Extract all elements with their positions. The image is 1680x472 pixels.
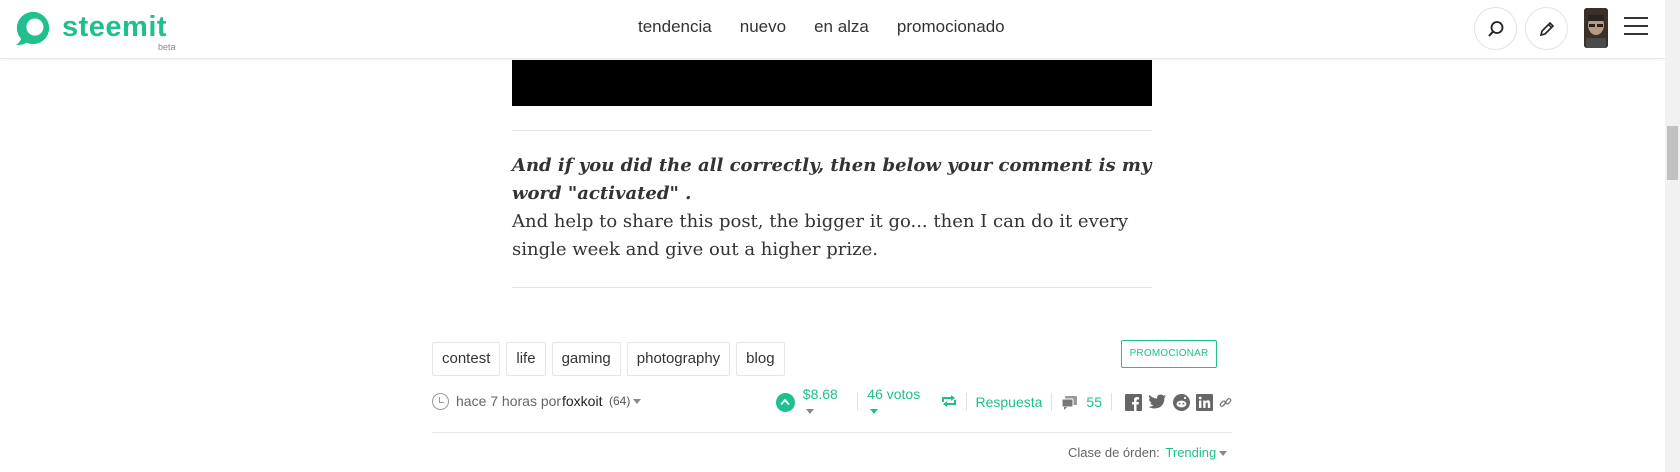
tag-gaming[interactable]: gaming bbox=[551, 342, 621, 376]
search-button[interactable] bbox=[1474, 7, 1517, 50]
pencil-icon bbox=[1539, 21, 1554, 36]
sort-dropdown[interactable]: Trending bbox=[1165, 445, 1228, 460]
tag-photography[interactable]: photography bbox=[626, 342, 731, 376]
page-scrollbar[interactable] bbox=[1665, 0, 1680, 472]
tag-life[interactable]: life bbox=[506, 342, 546, 376]
post-body: And if you did the all correctly, then b… bbox=[512, 152, 1152, 264]
separator bbox=[1051, 393, 1053, 411]
reply-link[interactable]: Respuesta bbox=[976, 394, 1043, 410]
post-meta-row: hace 7 horas por foxkoit (64) $8.68 46 v… bbox=[432, 386, 1232, 414]
separator bbox=[1111, 393, 1112, 411]
link-icon[interactable] bbox=[1219, 396, 1232, 409]
votes-dropdown[interactable]: 46 votos bbox=[867, 386, 930, 418]
payout-value[interactable]: $8.68 bbox=[803, 386, 849, 418]
chevron-down-icon bbox=[805, 408, 814, 414]
nav-tendencia[interactable]: tendencia bbox=[638, 17, 712, 37]
facebook-icon[interactable] bbox=[1124, 393, 1142, 411]
tag-blog[interactable]: blog bbox=[736, 342, 785, 376]
divider bbox=[432, 432, 1232, 433]
votes-count: 46 votos bbox=[867, 386, 921, 402]
comments-count: 55 bbox=[1086, 394, 1102, 410]
reddit-icon[interactable] bbox=[1172, 393, 1190, 411]
main-nav: tendencia nuevo en alza promocionado bbox=[638, 17, 1005, 37]
hamburger-icon bbox=[1624, 17, 1648, 35]
divider bbox=[512, 287, 1152, 288]
reputation-value: (64) bbox=[609, 394, 631, 408]
search-icon bbox=[1487, 20, 1503, 37]
steemit-logo-icon bbox=[15, 11, 50, 46]
nav-nuevo[interactable]: nuevo bbox=[740, 17, 786, 37]
payout-amount: $8.68 bbox=[802, 386, 838, 402]
tag-list: contest life gaming photography blog bbox=[432, 342, 785, 376]
author-reputation[interactable]: (64) bbox=[609, 394, 642, 408]
chevron-up-icon bbox=[780, 398, 791, 406]
promote-button[interactable]: PROMOCIONAR bbox=[1121, 340, 1217, 368]
resteem-button[interactable] bbox=[941, 394, 957, 411]
tag-contest[interactable]: contest bbox=[432, 342, 501, 376]
separator bbox=[965, 393, 967, 411]
post-paragraph-bold: And if you did the all correctly, then b… bbox=[512, 155, 1152, 204]
avatar-image-icon bbox=[1584, 8, 1608, 48]
nav-promocionado[interactable]: promocionado bbox=[897, 17, 1005, 37]
comments-link[interactable]: 55 bbox=[1061, 394, 1102, 410]
chevron-down-icon bbox=[1219, 451, 1228, 457]
resteem-icon bbox=[941, 394, 956, 407]
user-avatar[interactable] bbox=[1584, 8, 1608, 48]
comments-icon bbox=[1061, 395, 1078, 410]
chevron-down-icon bbox=[633, 399, 642, 405]
sort-value: Trending bbox=[1165, 445, 1217, 460]
sort-label: Clase de órden: bbox=[1068, 445, 1160, 460]
share-icons bbox=[1124, 393, 1232, 411]
comment-sort: Clase de órden: Trending bbox=[1068, 445, 1228, 460]
clock-icon bbox=[432, 393, 449, 410]
twitter-icon[interactable] bbox=[1148, 394, 1167, 410]
post-image bbox=[512, 60, 1152, 106]
author-link[interactable]: foxkoit bbox=[562, 393, 602, 409]
logo-beta-label: beta bbox=[158, 42, 176, 52]
top-header: steemit beta tendencia nuevo en alza pro… bbox=[0, 0, 1665, 59]
divider bbox=[512, 130, 1152, 131]
post-paragraph: And help to share this post, the bigger … bbox=[512, 211, 1129, 260]
scrollbar-thumb[interactable] bbox=[1667, 126, 1678, 180]
post-time: hace 7 horas por bbox=[456, 393, 562, 409]
linkedin-icon[interactable] bbox=[1195, 393, 1213, 411]
separator bbox=[857, 393, 859, 411]
chevron-down-icon bbox=[870, 408, 879, 414]
logo-text: steemit bbox=[62, 11, 168, 43]
post-actions: $8.68 46 votos Respuesta 55 bbox=[776, 386, 1232, 414]
nav-en-alza[interactable]: en alza bbox=[814, 17, 869, 37]
write-post-button[interactable] bbox=[1525, 7, 1568, 50]
steemit-logo[interactable]: steemit beta bbox=[14, 8, 176, 52]
upvote-button[interactable] bbox=[776, 392, 795, 412]
menu-button[interactable] bbox=[1624, 17, 1648, 37]
